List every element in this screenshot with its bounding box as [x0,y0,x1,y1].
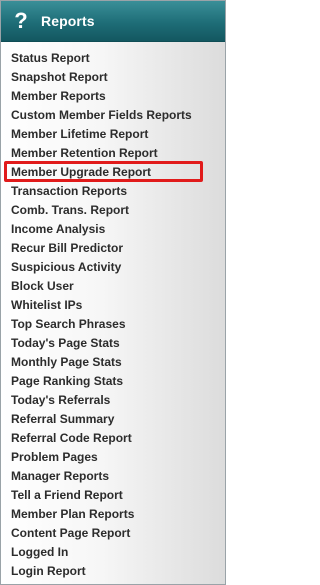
menu-item-snapshot-report[interactable]: Snapshot Report [1,68,225,87]
menu-item-member-upgrade-report[interactable]: Member Upgrade Report [1,161,225,182]
menu-item-tell-a-friend-report[interactable]: Tell a Friend Report [1,486,225,505]
menu-item-referral-summary[interactable]: Referral Summary [1,410,225,429]
menu-item-suspicious-activity[interactable]: Suspicious Activity [1,258,225,277]
menu-item-todays-page-stats[interactable]: Today's Page Stats [1,334,225,353]
menu-item-whitelist-ips[interactable]: Whitelist IPs [1,296,225,315]
panel-title: Reports [41,13,95,29]
menu-item-recur-bill-predictor[interactable]: Recur Bill Predictor [1,239,225,258]
menu-item-referral-code-report[interactable]: Referral Code Report [1,429,225,448]
menu-item-manager-reports[interactable]: Manager Reports [1,467,225,486]
menu-item-top-search-phrases[interactable]: Top Search Phrases [1,315,225,334]
menu-item-page-ranking-stats[interactable]: Page Ranking Stats [1,372,225,391]
menu-item-member-lifetime-report[interactable]: Member Lifetime Report [1,125,225,144]
menu-item-block-user[interactable]: Block User [1,277,225,296]
menu-item-monthly-page-stats[interactable]: Monthly Page Stats [1,353,225,372]
menu-item-content-page-report[interactable]: Content Page Report [1,524,225,543]
menu-item-logged-in[interactable]: Logged In [1,543,225,562]
reports-header: ? Reports [1,1,225,42]
menu-item-comb-trans-report[interactable]: Comb. Trans. Report [1,201,225,220]
menu-item-status-report[interactable]: Status Report [1,49,225,68]
menu-item-login-report[interactable]: Login Report [1,562,225,581]
menu-item-transaction-reports[interactable]: Transaction Reports [1,182,225,201]
reports-menu: Status Report Snapshot Report Member Rep… [1,49,225,581]
help-icon[interactable]: ? [11,9,31,33]
menu-item-problem-pages[interactable]: Problem Pages [1,448,225,467]
menu-item-income-analysis[interactable]: Income Analysis [1,220,225,239]
menu-item-member-reports[interactable]: Member Reports [1,87,225,106]
menu-item-member-plan-reports[interactable]: Member Plan Reports [1,505,225,524]
menu-item-custom-member-fields-reports[interactable]: Custom Member Fields Reports [1,106,225,125]
menu-item-todays-referrals[interactable]: Today's Referrals [1,391,225,410]
reports-panel: ? Reports Status Report Snapshot Report … [0,0,226,585]
